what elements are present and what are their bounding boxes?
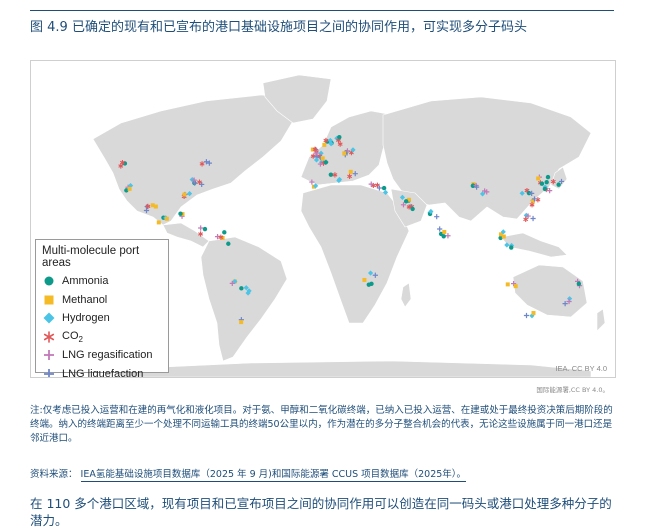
port-marker-ammonia: [576, 281, 582, 286]
legend-item-co2: CO2: [42, 328, 162, 347]
legend-label-methanol: Methanol: [62, 293, 108, 306]
asterisk-icon: [42, 330, 56, 344]
figure-source: 资料来源： IEA氢能基础设施项目数据库（2025 年 9 月)和国际能源署 C…: [30, 466, 467, 482]
legend-label-co2: CO2: [62, 329, 83, 344]
legend-label-lng-liquefaction: LNG liquefaction: [62, 367, 144, 378]
port-marker-ammonia: [328, 172, 334, 177]
africa: [300, 184, 410, 324]
map-credit-cn: 国际能源署,CC BY 4.0。: [536, 386, 609, 394]
figure-title: 图 4.9 已确定的现有和已宣布的港口基础设施项目之间的协同作用，可实现多分子码…: [30, 20, 527, 35]
port-marker-methanol: [348, 169, 353, 174]
port-marker-methanol: [322, 142, 327, 147]
port-marker-methanol: [153, 204, 158, 209]
port-marker-methanol: [442, 229, 447, 234]
madagascar: [400, 282, 412, 308]
north-america: [92, 94, 302, 226]
port-marker-lng_liq: [530, 215, 536, 222]
port-marker-ammonia: [542, 186, 548, 192]
port-marker-ammonia: [410, 206, 415, 212]
port-marker-ammonia: [556, 182, 561, 187]
port-marker-ammonia: [239, 286, 244, 291]
port-marker-co2: [523, 216, 529, 222]
australia: [512, 264, 588, 318]
port-marker-ammonia: [202, 226, 208, 232]
port-marker-ammonia: [222, 230, 227, 235]
port-marker-methanol: [501, 234, 506, 239]
port-marker-lng_regas: [198, 225, 204, 231]
square-icon: [42, 293, 56, 307]
port-marker-ammonia: [381, 185, 387, 191]
port-marker-ammonia: [539, 181, 545, 186]
port-marker-methanol: [536, 176, 541, 181]
port-marker-lng_regas: [445, 233, 451, 239]
port-marker-ammonia: [323, 160, 329, 165]
port-marker-methanol: [505, 282, 510, 287]
port-marker-methanol: [362, 277, 367, 282]
port-marker-ammonia: [226, 241, 231, 246]
port-marker-methanol: [513, 284, 518, 289]
circle-icon: [42, 274, 56, 288]
top-rule: [30, 10, 614, 11]
antarctica: [120, 360, 592, 377]
map-legend: Multi-molecule port areas Ammonia Methan…: [35, 239, 169, 377]
port-marker-methanol: [239, 320, 244, 325]
port-marker-methanol: [182, 192, 187, 197]
port-marker-lng_liq: [523, 312, 530, 319]
legend-label-co2-subscript: 2: [78, 334, 83, 344]
port-marker-methanol: [164, 216, 169, 221]
land-masses: [92, 74, 606, 377]
legend-title: Multi-molecule port areas: [42, 245, 140, 269]
port-marker-lng_liq: [434, 214, 440, 220]
port-marker-ammonia: [545, 174, 551, 180]
source-link[interactable]: IEA氢能基础设施项目数据库（2025 年 9 月)和国际能源署 CCUS 项目…: [80, 469, 467, 482]
port-marker-ammonia: [366, 282, 372, 287]
plus-icon: [42, 367, 56, 377]
port-marker-methanol: [531, 311, 536, 316]
port-marker-methanol: [342, 151, 347, 156]
plus-icon: [42, 348, 56, 362]
port-marker-ammonia: [544, 180, 549, 185]
legend-item-lng-regasification: LNG regasification: [42, 346, 162, 365]
port-marker-ammonia: [337, 135, 342, 140]
map-credit: IEA. CC BY 4.0: [555, 364, 607, 373]
port-marker-lng_liq: [437, 226, 443, 232]
diamond-icon: [42, 311, 56, 325]
port-marker-methanol: [156, 220, 161, 225]
south-america: [200, 236, 288, 362]
map-panel: Multi-molecule port areas Ammonia Methan…: [30, 60, 616, 378]
figure-note: 注:仅考虑已投入运营和在建的再气化和液化项目。对于氨、甲醇和二氧化碳终端，已纳入…: [30, 405, 613, 444]
port-marker-methanol: [127, 186, 132, 191]
summary-paragraph: 在 110 多个港口区域，现有项目和已宣布项目之间的协同作用可以创造在同一码头或…: [30, 496, 612, 528]
new-zealand: [596, 308, 606, 332]
port-marker-ammonia: [403, 199, 409, 204]
port-marker-ammonia: [509, 245, 514, 250]
legend-item-hydrogen: Hydrogen: [42, 309, 162, 328]
legend-item-lng-liquefaction: LNG liquefaction: [42, 365, 162, 378]
port-marker-ammonia: [178, 211, 183, 216]
legend-label-hydrogen: Hydrogen: [62, 312, 110, 325]
legend-item-methanol: Methanol: [42, 291, 162, 310]
legend-item-ammonia: Ammonia: [42, 272, 162, 291]
legend-label-lng-regasification: LNG regasification: [62, 349, 153, 362]
source-prefix: 资料来源：: [30, 469, 78, 480]
legend-label-ammonia: Ammonia: [62, 275, 109, 288]
port-marker-methanol: [320, 156, 325, 161]
